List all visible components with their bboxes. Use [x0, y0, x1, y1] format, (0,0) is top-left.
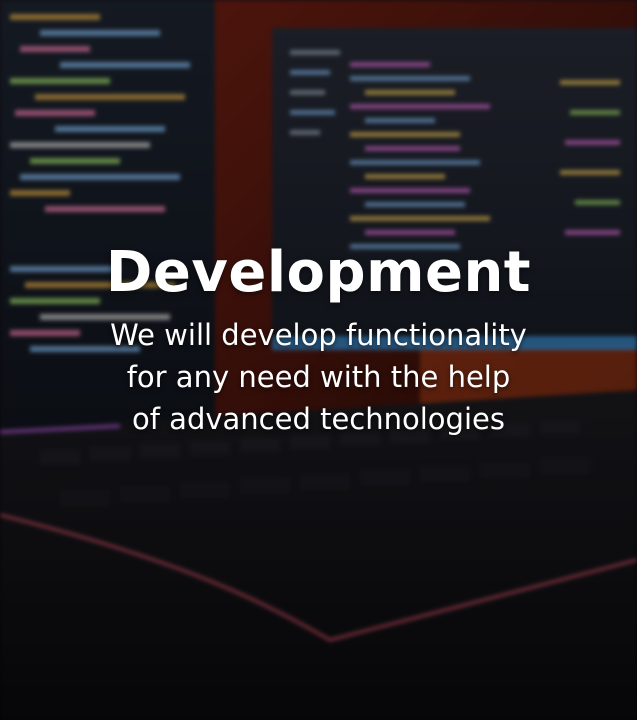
hero-section: Development We will develop functionalit… — [0, 0, 637, 720]
hero-content: Development We will develop functionalit… — [0, 238, 637, 440]
hero-title: Development — [105, 240, 532, 305]
hero-subtitle: We will develop functionality for any ne… — [110, 318, 527, 436]
